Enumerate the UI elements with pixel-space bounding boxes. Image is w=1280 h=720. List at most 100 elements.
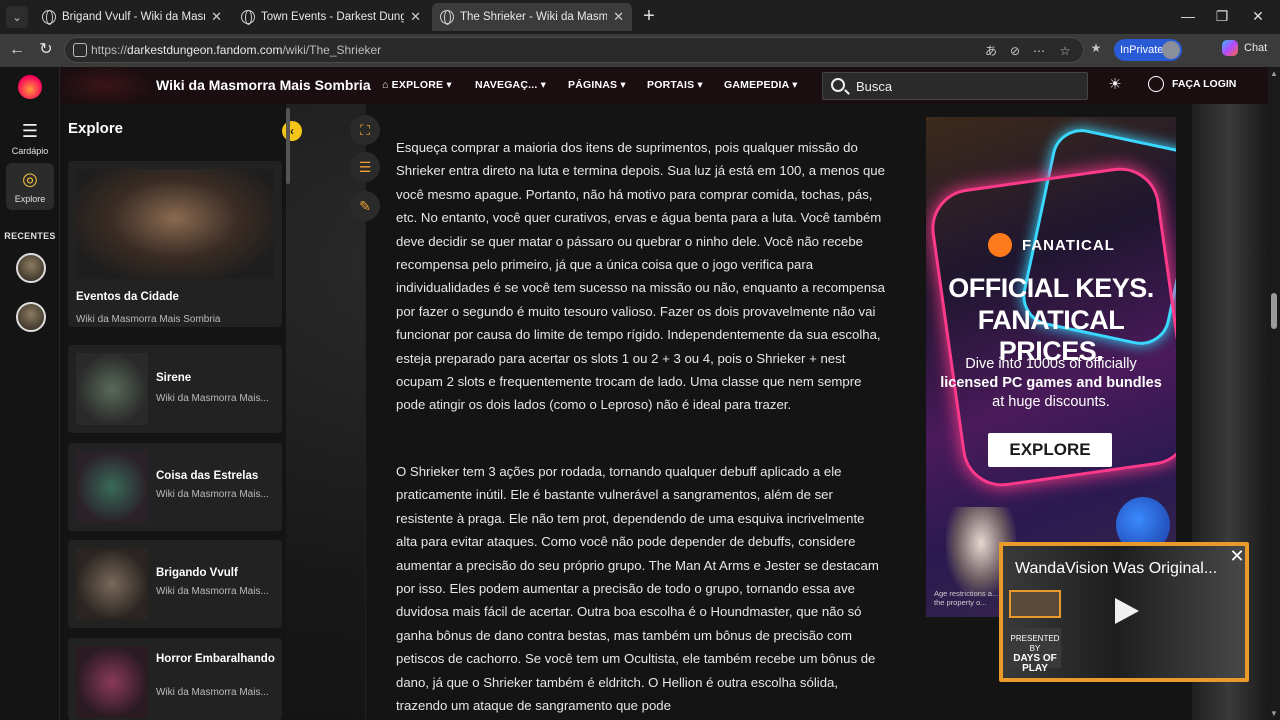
wiki-title[interactable]: Wiki da Masmorra Mais Sombria xyxy=(156,77,371,93)
card-title: Horror Embaralhando xyxy=(156,653,275,665)
refresh-icon[interactable]: ↻ xyxy=(36,40,56,60)
edit-pencil-icon[interactable]: ✎ xyxy=(350,191,380,221)
inprivate-badge[interactable]: InPrivate xyxy=(1114,39,1182,61)
tracking-prevention-icon[interactable]: ⊘ xyxy=(1007,43,1023,59)
article-paragraph: Esqueça comprar a maioria dos itens de s… xyxy=(396,140,885,413)
browser-tab-bar: ⌄ Brigand Vvulf - Wiki da Masmorra ✕ Tow… xyxy=(0,0,1280,34)
fanatical-logo-icon xyxy=(988,233,1012,257)
tab-town-events[interactable]: Town Events - Darkest Dungeon W ✕ xyxy=(233,3,429,31)
featured-card[interactable]: Eventos da Cidade Wiki da Masmorra Mais … xyxy=(68,161,282,327)
tab-title: Town Events - Darkest Dungeon W xyxy=(261,11,405,23)
nav-portais[interactable]: PORTAIS ▾ xyxy=(647,79,703,91)
explore-card[interactable]: Brigando Vvulf Wiki da Masmorra Mais... xyxy=(68,540,282,628)
maximize-icon[interactable]: ❐ xyxy=(1212,6,1232,26)
profile-avatar xyxy=(1162,41,1180,59)
ad-explore-button[interactable]: EXPLORE xyxy=(988,433,1112,467)
new-tab-icon[interactable]: + xyxy=(638,4,660,28)
address-bar-row: ← ↻ https://darkestdungeon.fandom.com/wi… xyxy=(0,34,1280,67)
nav-paginas[interactable]: PÁGINAS ▾ xyxy=(568,79,626,91)
recents-heading: RECENTES xyxy=(4,231,56,241)
tab-close-icon[interactable]: ✕ xyxy=(613,9,624,25)
explore-card[interactable]: Sirene Wiki da Masmorra Mais... xyxy=(68,345,282,433)
card-subtitle: Wiki da Masmorra Mais... xyxy=(156,393,269,404)
minimize-icon[interactable]: — xyxy=(1178,6,1198,26)
compass-icon: ◎ xyxy=(22,169,38,189)
days-of-play-logo: PRESENTED BY DAYS OF PLAY xyxy=(1009,628,1061,674)
play-icon[interactable] xyxy=(1115,598,1139,624)
scroll-down-icon[interactable]: ▼ xyxy=(1268,709,1280,718)
login-button[interactable]: FAÇA LOGIN xyxy=(1148,76,1236,92)
explore-card[interactable]: Horror Embaralhando Wiki da Masmorra Mai… xyxy=(68,638,282,720)
translate-icon[interactable]: あ xyxy=(983,43,999,59)
card-subtitle: Wiki da Masmorra Mais... xyxy=(156,489,269,500)
url-text: https://darkestdungeon.fandom.com/wiki/T… xyxy=(91,43,382,57)
url-field[interactable]: https://darkestdungeon.fandom.com/wiki/T… xyxy=(64,37,1084,63)
recent-wiki-avatar[interactable] xyxy=(16,302,46,332)
card-title: Coisa das Estrelas xyxy=(156,470,259,482)
card-subtitle: Wiki da Masmorra Mais... xyxy=(156,687,269,698)
favorite-star-icon[interactable]: ☆ xyxy=(1057,43,1073,59)
tab-title: The Shrieker - Wiki da Masmorra M xyxy=(460,11,608,23)
card-image xyxy=(76,646,148,718)
article-paragraph: O Shrieker tem 3 ações por rodada, torna… xyxy=(396,464,879,714)
tab-the-shrieker[interactable]: The Shrieker - Wiki da Masmorra M ✕ xyxy=(432,3,632,31)
video-thumbnail xyxy=(1009,590,1061,618)
tab-brigand-vvulf[interactable]: Brigand Vvulf - Wiki da Masmorra ✕ xyxy=(34,3,230,31)
card-title: Sirene xyxy=(156,372,192,384)
nav-gamepedia[interactable]: GAMEPEDIA ▾ xyxy=(724,79,798,91)
user-icon xyxy=(1148,76,1164,92)
collapse-panel-chevron-icon[interactable]: ‹ xyxy=(282,121,302,141)
fandom-logo-icon[interactable] xyxy=(18,75,42,99)
featured-card-image xyxy=(76,169,274,279)
ad-brand: FANATICAL xyxy=(988,233,1115,257)
explore-panel-title: Explore xyxy=(68,120,124,137)
fandom-global-rail: ☰ Cardápio ◎ Explore RECENTES xyxy=(0,67,60,720)
menu-button[interactable]: ☰ Cardápio xyxy=(6,121,54,156)
inprivate-label: InPrivate xyxy=(1120,44,1164,56)
explore-panel: Explore ‹ Eventos da Cidade Wiki da Masm… xyxy=(60,104,302,720)
card-image xyxy=(76,353,148,425)
close-video-icon[interactable]: ✕ xyxy=(1227,546,1245,566)
wiki-search-input[interactable]: Busca xyxy=(822,72,1088,100)
article-content: Esqueça comprar a maioria dos itens de s… xyxy=(365,104,910,720)
card-title: Brigando Vvulf xyxy=(156,567,238,579)
explore-button[interactable]: ◎ Explore xyxy=(6,163,54,210)
explore-card[interactable]: Coisa das Estrelas Wiki da Masmorra Mais… xyxy=(68,443,282,531)
globe-icon xyxy=(440,10,454,25)
search-placeholder: Busca xyxy=(856,79,893,94)
close-window-icon[interactable]: ✕ xyxy=(1248,6,1268,26)
video-title: WandaVision Was Original... xyxy=(1015,560,1218,577)
card-image xyxy=(76,451,148,523)
video-player-popup[interactable]: WandaVision Was Original... PRESENTED BY… xyxy=(999,542,1249,682)
copilot-chat-button[interactable]: Chat xyxy=(1222,40,1267,56)
globe-icon xyxy=(42,10,56,25)
globe-icon xyxy=(241,10,255,25)
tab-close-icon[interactable]: ✕ xyxy=(211,9,222,25)
tab-close-icon[interactable]: ✕ xyxy=(410,9,421,25)
ad-headline: OFFICIAL KEYS. xyxy=(948,273,1154,303)
scrollbar-thumb[interactable] xyxy=(1271,293,1277,329)
ad-subline: Dive into 1000s of officially licensed P… xyxy=(940,356,1162,410)
recent-wiki-avatar[interactable] xyxy=(16,253,46,283)
theme-toggle-sun-icon[interactable]: ☀ xyxy=(1106,76,1124,94)
search-icon xyxy=(831,78,845,92)
copilot-icon xyxy=(1222,40,1238,56)
tab-actions-menu-icon[interactable]: ⌄ xyxy=(6,6,28,28)
site-info-icon[interactable] xyxy=(73,43,87,57)
back-arrow-icon[interactable]: ← xyxy=(7,40,27,60)
favorites-icon[interactable]: ★ xyxy=(1088,40,1104,56)
nav-navegacao[interactable]: NAVEGAÇ... ▾ xyxy=(475,79,546,91)
card-subtitle: Wiki da Masmorra Mais... xyxy=(156,586,269,597)
scroll-up-icon[interactable]: ▲ xyxy=(1268,69,1280,78)
wiki-top-navigation: Wiki da Masmorra Mais Sombria ⌂ EXPLORE … xyxy=(60,67,1280,104)
nav-explore[interactable]: ⌂ EXPLORE ▾ xyxy=(382,79,452,91)
table-of-contents-icon[interactable]: ☰ xyxy=(350,152,380,182)
chat-label: Chat xyxy=(1244,42,1268,54)
panel-scrollbar[interactable] xyxy=(286,108,290,184)
wiki-banner-image xyxy=(60,67,150,104)
hamburger-icon: ☰ xyxy=(21,121,39,141)
more-page-icon[interactable]: ⋯ xyxy=(1031,43,1047,59)
tab-title: Brigand Vvulf - Wiki da Masmorra xyxy=(62,11,205,23)
fullscreen-icon[interactable]: ⛶ xyxy=(350,115,380,145)
page-scrollbar[interactable]: ▲ ▼ xyxy=(1268,67,1280,720)
